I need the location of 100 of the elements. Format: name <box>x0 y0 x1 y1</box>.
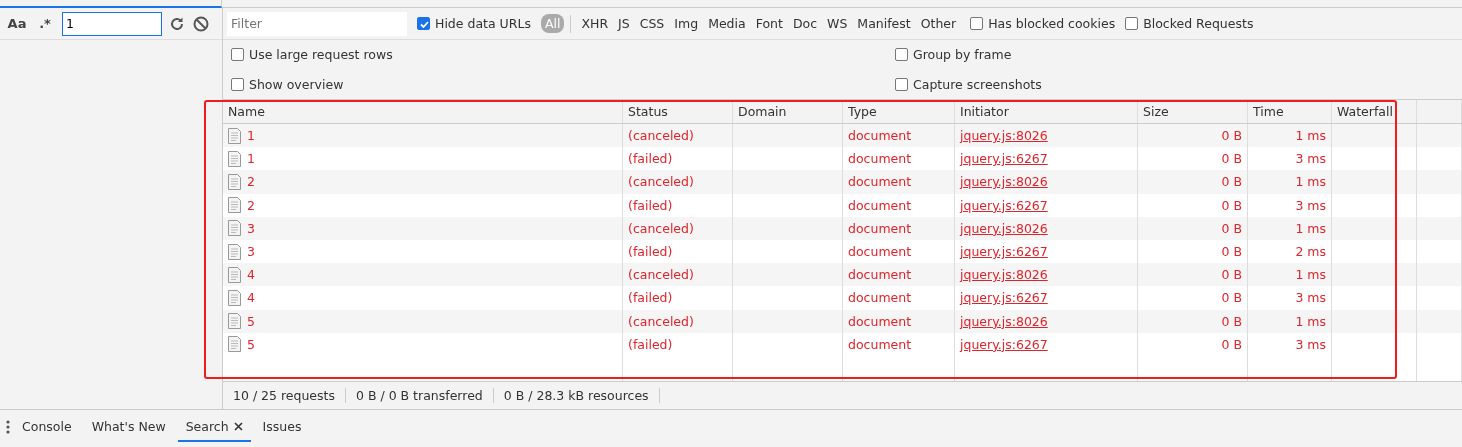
initiator-link[interactable]: jquery.js:6267 <box>960 197 1048 213</box>
more-menu-icon[interactable] <box>6 419 10 434</box>
checkbox-label: Show overview <box>249 76 344 92</box>
type-filter-button[interactable]: Other <box>916 14 961 33</box>
initiator-link[interactable]: jquery.js:8026 <box>960 174 1048 190</box>
table-cell: 0 B <box>1138 263 1248 287</box>
table-cell: 1 ms <box>1248 124 1332 148</box>
table-cell: document <box>843 286 955 310</box>
table-cell: 0 B <box>1138 216 1248 240</box>
clear-icon[interactable] <box>192 14 210 33</box>
request-name[interactable]: 2 <box>247 197 255 213</box>
document-icon <box>228 313 241 330</box>
column-header[interactable]: Type <box>843 100 955 123</box>
column-header[interactable]: Size <box>1138 100 1248 123</box>
type-filter-button[interactable]: Media <box>704 14 750 33</box>
initiator-link[interactable]: jquery.js:6267 <box>960 290 1048 306</box>
table-cell: document <box>843 216 955 240</box>
initiator-link[interactable]: jquery.js:8026 <box>960 220 1048 236</box>
checkbox-label: Group by frame <box>913 47 1012 63</box>
document-icon <box>228 266 241 283</box>
checkbox-label: Blocked Requests <box>1143 16 1254 31</box>
table-cell: document <box>843 263 955 287</box>
close-icon[interactable] <box>233 422 243 431</box>
request-name[interactable]: 5 <box>247 336 255 352</box>
status-text: 10 / 25 requests <box>223 388 346 403</box>
table-cell: 0 B <box>1138 309 1248 333</box>
checkbox[interactable] <box>895 48 908 62</box>
checkbox[interactable] <box>417 17 430 30</box>
table-cell: (canceled) <box>623 124 733 148</box>
checkbox-label: Hide data URLs <box>435 16 531 31</box>
type-filter-button[interactable]: Img <box>670 14 703 33</box>
drawer-tab[interactable]: Issues <box>254 411 310 442</box>
table-cell: 1 ms <box>1248 309 1332 333</box>
table-cell: document <box>843 193 955 217</box>
request-name[interactable]: 3 <box>247 220 255 236</box>
initiator-link[interactable]: jquery.js:6267 <box>960 244 1048 260</box>
status-text: 0 B / 0 B transferred <box>346 388 494 403</box>
initiator-link[interactable]: jquery.js:6267 <box>960 336 1048 352</box>
drawer-tab[interactable]: Search <box>177 411 251 442</box>
table-cell: document <box>843 332 955 356</box>
column-header[interactable]: Domain <box>733 100 843 123</box>
match-case-toggle[interactable]: Aa <box>6 16 28 31</box>
request-name[interactable]: 3 <box>247 244 255 260</box>
request-name[interactable]: 5 <box>247 313 255 329</box>
table-cell: 3 ms <box>1248 286 1332 310</box>
table-cell: 3 ms <box>1248 193 1332 217</box>
checkbox-label: Use large request rows <box>249 47 393 63</box>
table-cell: (failed) <box>623 193 733 217</box>
table-cell: 0 B <box>1138 193 1248 217</box>
table-cell: 0 B <box>1138 286 1248 310</box>
request-name[interactable]: 1 <box>247 151 255 167</box>
checkbox[interactable] <box>970 17 984 30</box>
document-icon <box>228 150 241 167</box>
table-cell: document <box>843 170 955 194</box>
column-header[interactable]: Waterfall <box>1332 100 1417 123</box>
initiator-link[interactable]: jquery.js:8026 <box>960 267 1048 283</box>
request-name[interactable]: 4 <box>247 290 255 306</box>
regex-toggle[interactable]: .* <box>34 16 56 31</box>
checkbox[interactable] <box>231 77 244 91</box>
filter-field[interactable]: Filter <box>227 11 407 36</box>
type-filter-button[interactable]: Manifest <box>853 14 915 33</box>
table-cell: (canceled) <box>623 309 733 333</box>
initiator-link[interactable]: jquery.js:6267 <box>960 151 1048 167</box>
column-header[interactable]: Time <box>1248 100 1332 123</box>
request-name[interactable]: 2 <box>247 174 255 190</box>
request-name[interactable]: 1 <box>247 128 255 144</box>
column-header[interactable]: Status <box>623 100 733 123</box>
table-cell: 1 ms <box>1248 263 1332 287</box>
column-header[interactable]: Name <box>223 100 623 123</box>
status-text: 0 B / 28.3 kB resources <box>493 388 660 403</box>
checkbox[interactable] <box>1125 17 1139 30</box>
table-cell: document <box>843 124 955 148</box>
drawer-tab[interactable]: Console <box>14 411 80 442</box>
type-filter-button[interactable]: WS <box>823 14 852 33</box>
initiator-link[interactable]: jquery.js:8026 <box>960 313 1048 329</box>
checkbox-label: Has blocked cookies <box>988 16 1116 31</box>
type-filter-button[interactable]: CSS <box>635 14 669 33</box>
table-cell: (failed) <box>623 286 733 310</box>
table-cell: 0 B <box>1138 332 1248 356</box>
document-icon <box>228 243 241 260</box>
table-cell: (failed) <box>623 332 733 356</box>
document-icon <box>228 127 241 144</box>
request-name[interactable]: 4 <box>247 267 255 283</box>
type-filter-button[interactable]: Doc <box>788 14 822 33</box>
table-cell: 3 ms <box>1248 332 1332 356</box>
column-header[interactable]: Initiator <box>955 100 1138 123</box>
checkbox[interactable] <box>231 48 244 62</box>
checkbox[interactable] <box>895 77 908 91</box>
table-cell: 1 ms <box>1248 170 1332 194</box>
type-filter-button[interactable]: Font <box>751 14 787 33</box>
document-icon <box>228 289 241 306</box>
search-field[interactable]: 1 <box>62 11 162 36</box>
drawer-tab[interactable]: What's New <box>83 411 174 442</box>
table-cell: (canceled) <box>623 216 733 240</box>
table-cell: 1 ms <box>1248 216 1332 240</box>
type-filter-button[interactable]: JS <box>614 14 634 33</box>
type-filter-button[interactable]: XHR <box>577 14 613 33</box>
initiator-link[interactable]: jquery.js:8026 <box>960 128 1048 144</box>
document-icon <box>228 336 241 353</box>
table-cell: 0 B <box>1138 170 1248 194</box>
